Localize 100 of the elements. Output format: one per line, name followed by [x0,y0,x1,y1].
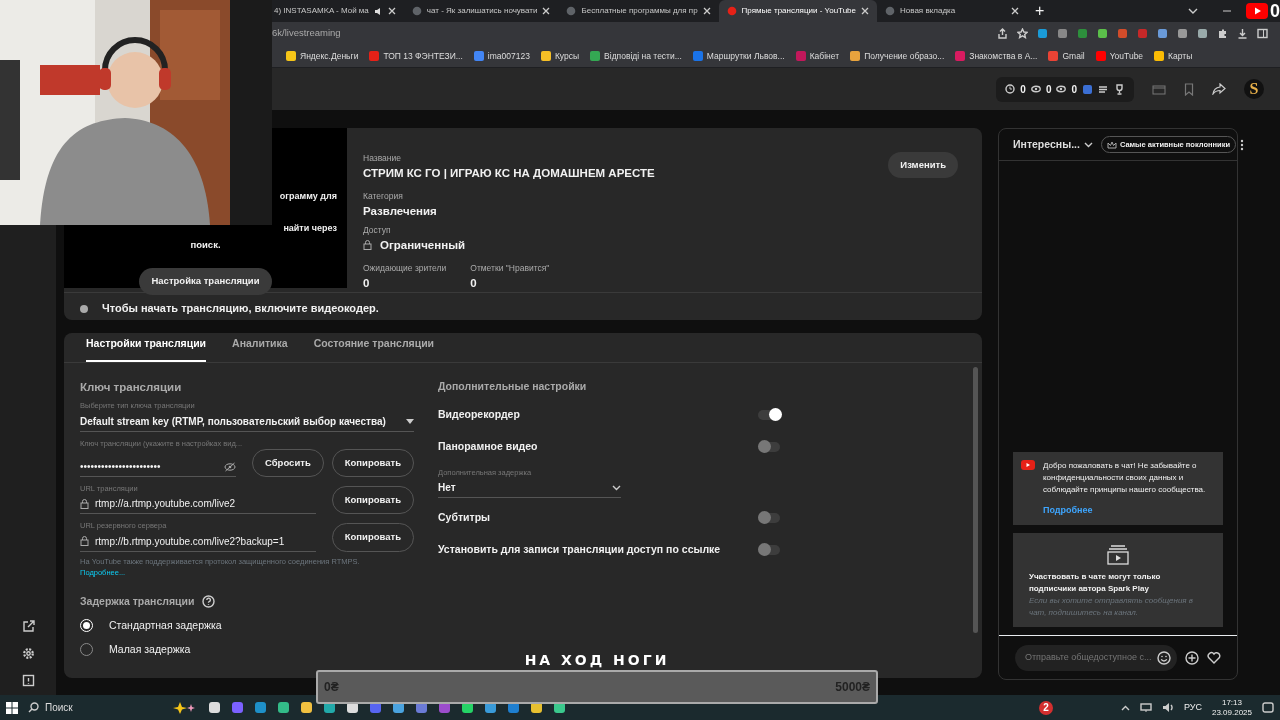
chevron-down-icon[interactable] [1083,141,1093,148]
section-heading: Задержка трансляции [80,594,195,609]
close-icon[interactable] [1011,7,1020,15]
edit-button[interactable]: Изменить [888,152,958,179]
bookmark-item[interactable]: ТОП 13 ФЭНТЕЗИ... [369,49,463,63]
share-icon[interactable] [997,28,1008,39]
browser-tab[interactable]: чат - Як залишатись ночувати [403,0,559,22]
sidebar-icon[interactable] [1257,28,1268,39]
bookmark-item[interactable]: YouTube [1095,49,1144,63]
settings-tab[interactable]: Состояние трансляции [313,336,435,362]
add-icon[interactable] [1185,650,1199,665]
more-link[interactable]: Подробнее [1043,503,1215,517]
clock[interactable]: 17:13 23.09.2025 [1211,697,1252,718]
key-type-select[interactable]: Default stream key (RTMP, пользовательский выбор качества) [80,411,414,432]
browser-tab[interactable]: Прямые трансляции - YouTube [718,0,878,22]
close-icon[interactable] [702,7,711,15]
preview-text: ограмму для [278,190,338,203]
language-indicator[interactable]: РУС [1183,700,1202,715]
bookmark-item[interactable]: Получение образо... [850,49,945,63]
stat-value: 0 [363,275,371,291]
browser-tab[interactable]: Новая вкладка [877,0,1028,22]
bookmark-item[interactable]: Карты [1154,49,1193,63]
status-dot [80,304,88,313]
field-label: Отметки "Нравится" [470,262,550,275]
setup-button[interactable]: Настройка трансляции [139,268,272,295]
extension-icon[interactable] [1037,28,1048,39]
bookmark-item[interactable]: ima007123 [473,49,530,63]
close-icon[interactable] [861,7,870,15]
preview-text: найти через [282,222,338,235]
avatar[interactable]: S [1244,79,1264,99]
preview-text: поиск. [189,238,222,252]
stat-count: 0 [1045,82,1052,97]
bookmark-icon[interactable] [1184,82,1194,96]
search-field[interactable]: Поиск [28,700,198,715]
trophy-icon[interactable] [1114,83,1125,95]
volume-icon[interactable] [1161,702,1174,713]
toggle-switch[interactable] [758,407,782,422]
section-heading: Дополнительные настройки [438,379,588,394]
category-value: Развлечения [363,203,438,219]
heart-icon[interactable] [1207,651,1221,664]
option-label: Стандартная задержка [109,617,222,633]
browser-tab[interactable]: 4) INSTASAMKA - Мой ма [272,0,404,22]
bookmark-item[interactable]: Курсы [540,49,580,63]
bookmark-item[interactable]: Gmail [1048,49,1085,63]
delay-select[interactable]: Нет [438,478,621,498]
app-icon[interactable] [208,701,221,714]
feedback-icon[interactable] [21,674,35,687]
stream-key-field[interactable]: ••••••••••••••••••••••• [80,459,218,474]
speaker-icon[interactable] [373,6,383,16]
chevron-up-icon[interactable] [1120,704,1130,711]
start-icon[interactable] [6,701,18,714]
field-label: Название [363,152,402,165]
bookmark-item[interactable]: Знакомства в А... [955,49,1038,63]
bookmark-item[interactable]: Кабінет [795,49,840,63]
eye-icon [1030,84,1041,94]
youtube-logo-icon [1246,3,1268,19]
app-icon[interactable] [277,701,290,714]
settings-icon[interactable] [21,647,35,660]
url-field[interactable]: rtmp://b.rtmp.youtube.com/live2?backup=1 [95,533,316,549]
more-icon[interactable] [1240,138,1245,151]
external-link-icon[interactable] [21,620,35,633]
download-icon[interactable] [1237,28,1248,39]
eye-off-icon[interactable] [224,461,236,472]
settings-tab[interactable]: Настройки трансляции [86,336,207,362]
view-counter: 0 [1270,0,1280,22]
extension-icon[interactable] [1177,28,1188,39]
extension-icon[interactable] [1077,28,1088,39]
share-icon[interactable] [1212,83,1226,95]
chat-input[interactable]: Отправьте общедоступное с... [1023,649,1157,666]
toggle-switch[interactable] [758,543,782,557]
star-icon[interactable] [1017,28,1028,39]
field-label: Доступ [363,224,392,237]
chat-input-field[interactable]: Отправьте общедоступное с... [1015,644,1177,671]
close-icon[interactable] [542,7,551,15]
goal-start: 0₴ [324,679,339,696]
chat-mode-select[interactable]: Интересны... [1013,136,1080,153]
help-icon[interactable] [202,595,216,609]
scrollbar[interactable] [973,367,978,633]
extension-icon[interactable] [1082,83,1093,95]
url-field[interactable]: rtmp://a.rtmp.youtube.com/live2 [95,496,316,512]
emoji-icon[interactable] [1157,650,1171,665]
extension-icon[interactable] [1197,28,1208,39]
notification-badge: 2 [1038,700,1053,715]
close-icon[interactable] [387,7,396,15]
settings-tab[interactable]: Аналитика [232,336,288,362]
extension-icon[interactable] [1157,28,1168,39]
extension-icon[interactable] [1097,28,1108,39]
chevron-down-icon[interactable] [1188,7,1198,15]
bookmark-item[interactable]: Яндекс.Деньги [286,49,359,63]
list-icon[interactable] [1098,83,1109,95]
extension-icon[interactable] [1117,28,1128,39]
toggle-switch[interactable] [758,511,782,525]
browser-tab[interactable]: Бесплатные программы для пр [558,0,719,22]
new-tab-button[interactable]: + [1035,0,1045,23]
app-icon[interactable] [300,701,313,714]
extension-icon[interactable] [1057,28,1068,39]
bookmark-item[interactable]: Маршрутки Львов... [692,49,785,63]
puzzle-icon[interactable] [1217,28,1228,39]
bookmark-item[interactable]: Відповіді на тести... [590,49,682,63]
toggle-switch[interactable] [758,439,782,454]
